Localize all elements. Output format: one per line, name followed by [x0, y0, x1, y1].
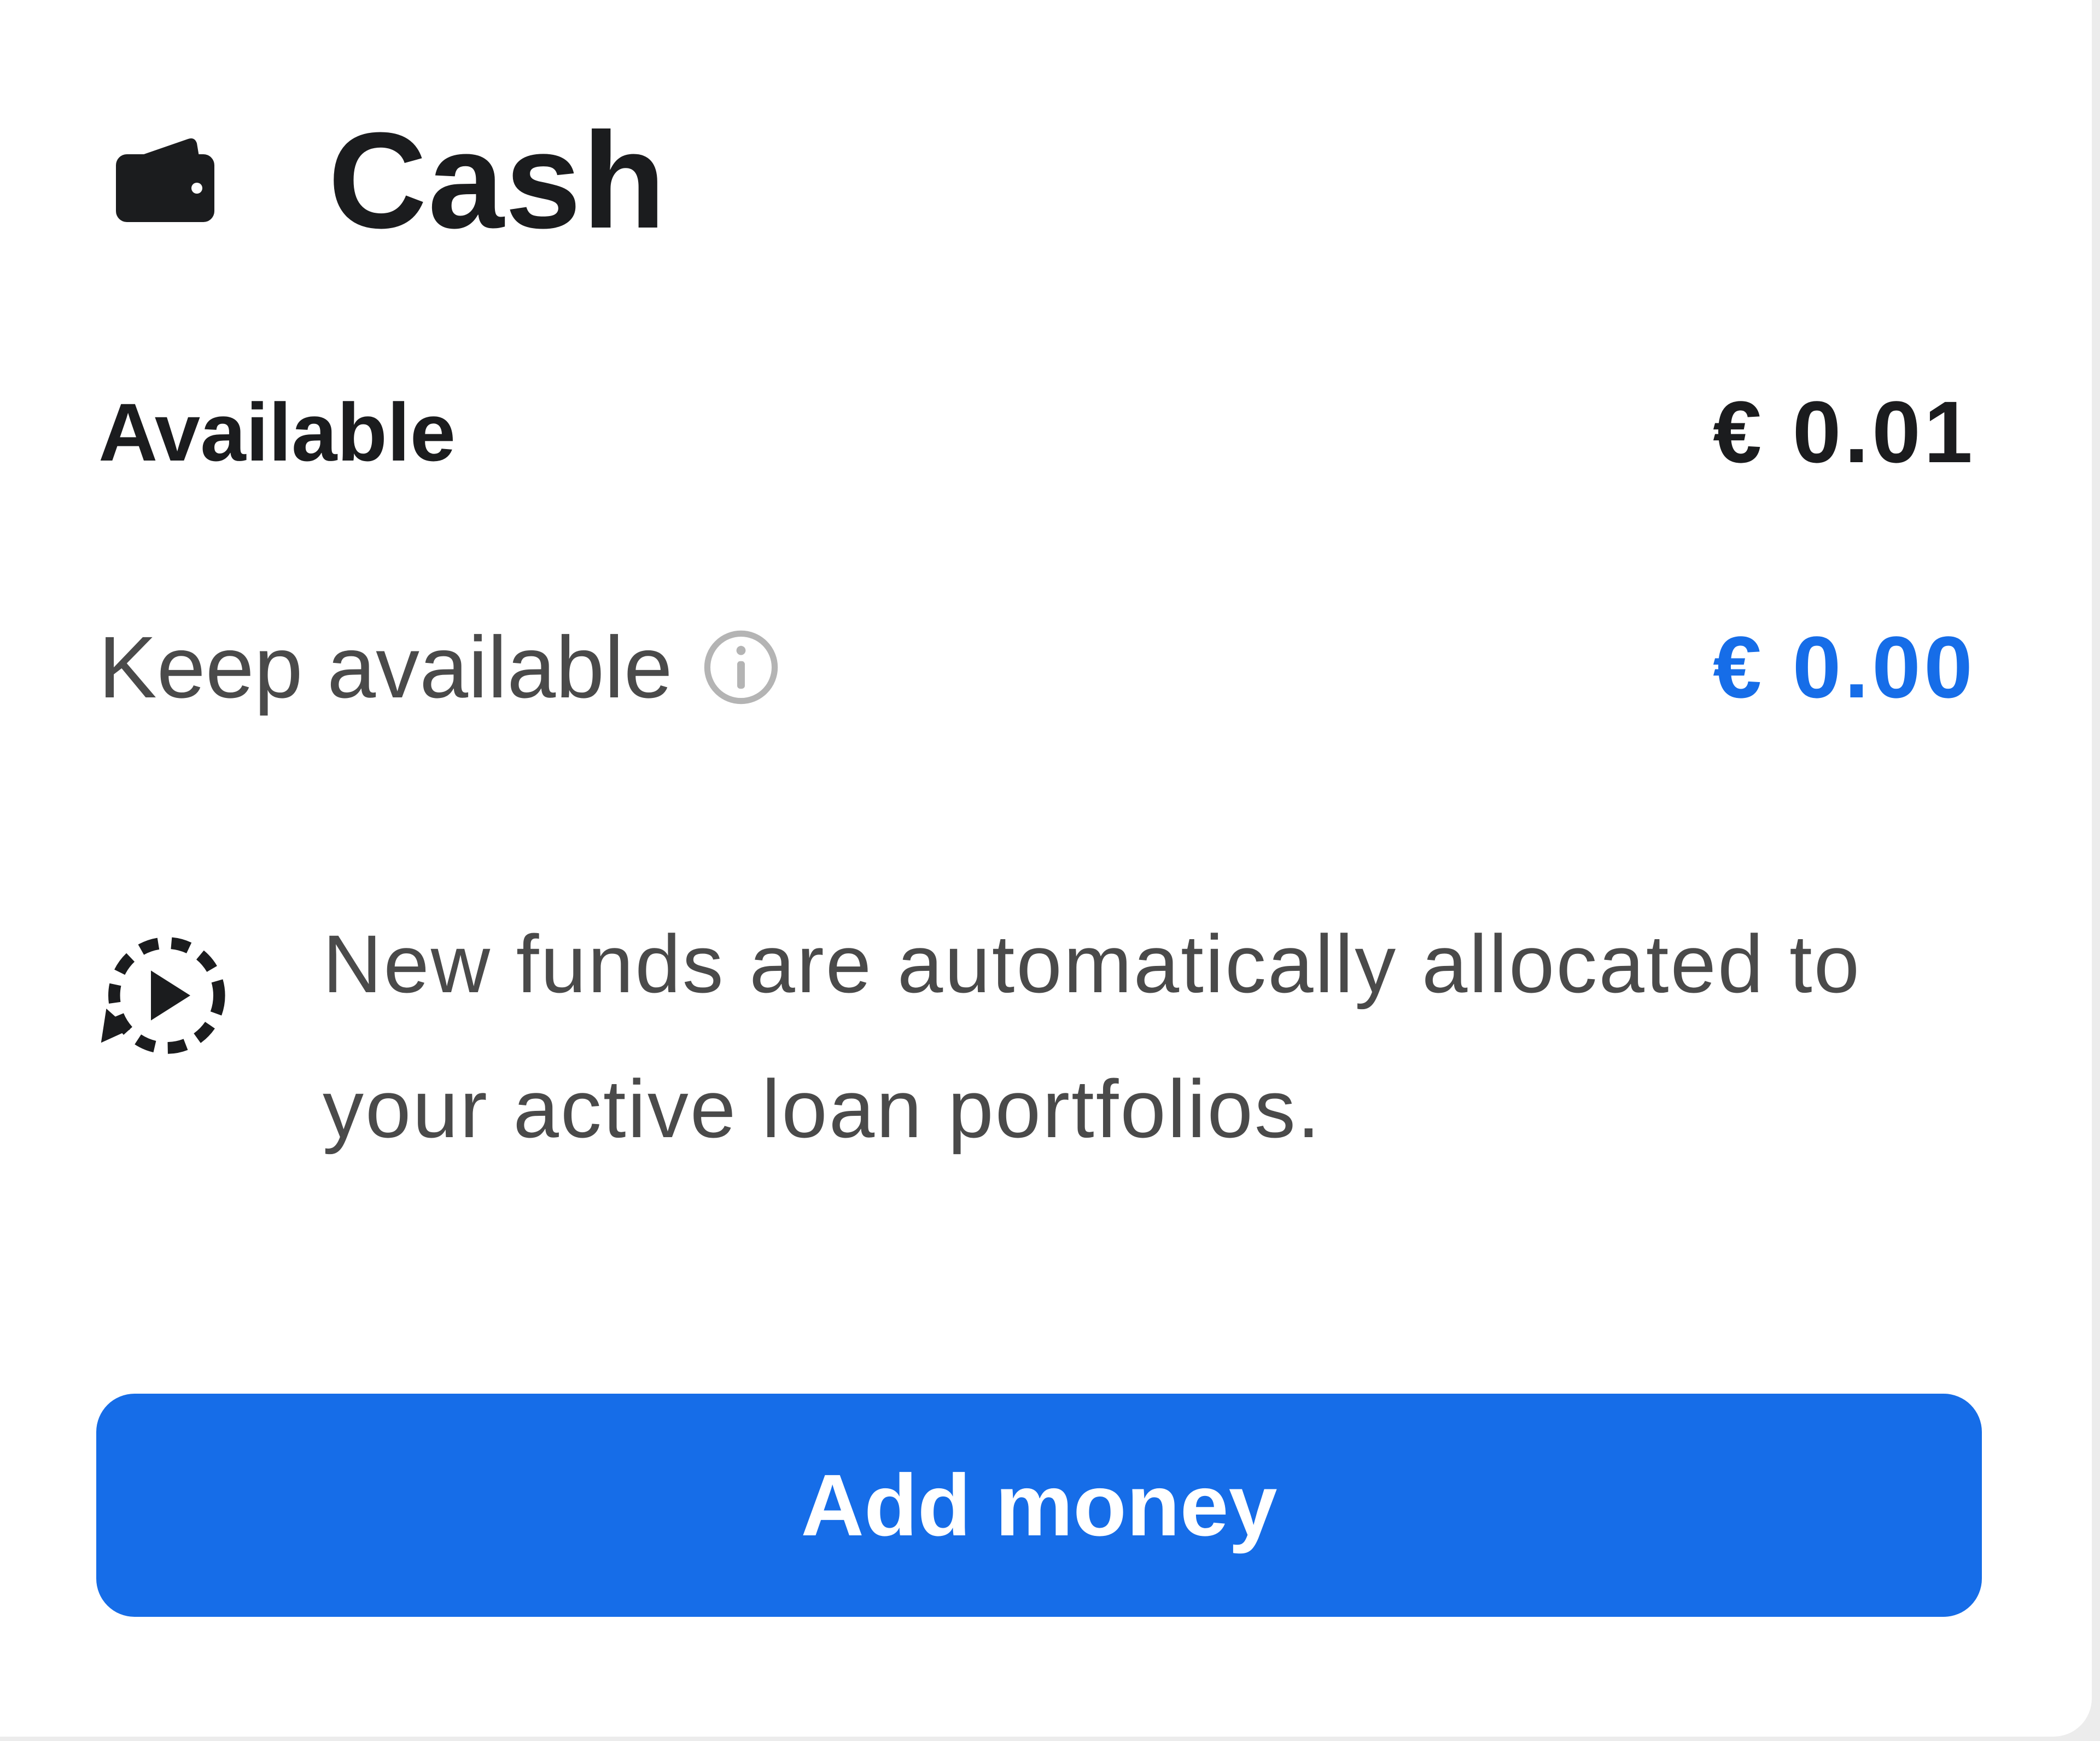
- available-label: Available: [98, 386, 456, 478]
- page-title: Cash: [328, 104, 667, 257]
- add-money-button[interactable]: Add money: [96, 1394, 1982, 1617]
- available-row: Available € 0.01: [98, 377, 1976, 487]
- notice-text: New funds are automatically allocated to…: [323, 918, 1862, 1155]
- keep-available-label: Keep available: [98, 618, 673, 716]
- keep-available-row: Keep available € 0.00: [98, 613, 1976, 722]
- cash-card: Cash Available € 0.01 Keep available € 0…: [0, 0, 2092, 1737]
- keep-available-value[interactable]: € 0.00: [1713, 617, 1976, 718]
- wallet-icon: [116, 138, 214, 222]
- available-value: € 0.01: [1713, 383, 1976, 481]
- keep-available-label-group: Keep available: [98, 617, 779, 718]
- info-icon[interactable]: [703, 629, 779, 706]
- auto-allocate-icon: [101, 937, 225, 1054]
- auto-allocation-notice: New funds are automatically allocated to…: [98, 918, 1976, 1263]
- card-header: Cash: [109, 104, 667, 257]
